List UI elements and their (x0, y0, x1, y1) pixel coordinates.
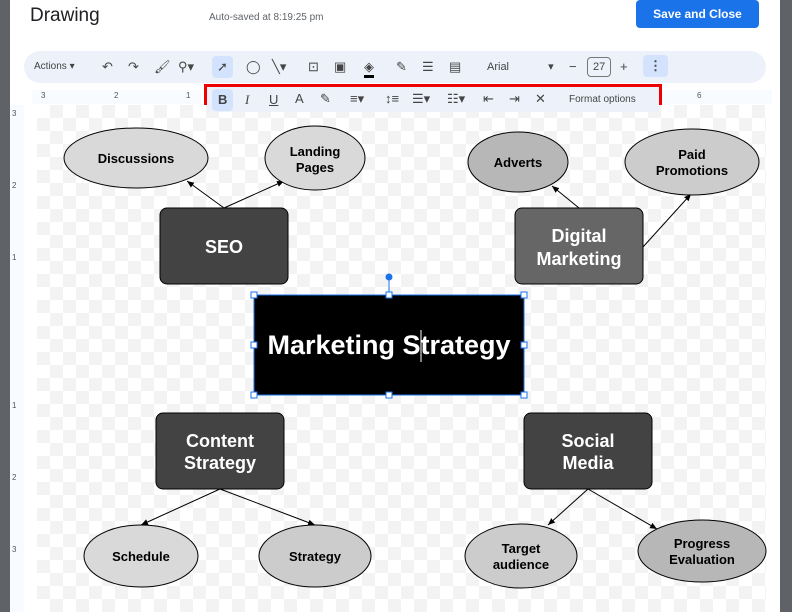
connector-arrow (551, 185, 580, 209)
align-icon[interactable]: ≡▾ (350, 91, 364, 107)
top-ruler: 3 2 1 (32, 90, 202, 104)
label-adverts: Adverts (494, 155, 542, 170)
paint-format-icon[interactable]: 🖌 (154, 59, 171, 75)
actions-menu[interactable]: Actions ▾ (34, 59, 75, 75)
node-social-media[interactable] (523, 412, 653, 490)
label-progress: Evaluation (669, 552, 735, 567)
ruler-label: 2 (114, 91, 119, 100)
connector-arrow (587, 488, 658, 530)
autosave-status: Auto-saved at 8:19:25 pm (209, 12, 324, 23)
connector-arrow (547, 488, 589, 526)
zoom-icon[interactable]: ⚲▾ (178, 59, 194, 75)
border-weight-icon[interactable]: ☰ (422, 59, 434, 75)
redo-icon[interactable]: ↷ (128, 59, 139, 75)
label-discussions: Discussions (98, 151, 175, 166)
italic-button[interactable]: I (245, 92, 249, 108)
decrease-font-icon[interactable]: − (569, 59, 577, 75)
format-toolbar: B I U A ✎ ≡▾ ↕≡ ☰▾ ☷▾ ⇤ ⇥ ✕ Format optio… (207, 87, 659, 112)
text-box-icon[interactable]: ⊡ (308, 59, 319, 75)
increase-font-icon[interactable]: + (620, 59, 628, 75)
numbered-list-icon[interactable]: ☷▾ (447, 91, 465, 107)
ruler-label: 3 (41, 91, 46, 100)
shape-icon[interactable]: ◯ (246, 59, 261, 75)
connector-arrow (140, 488, 221, 526)
bulleted-list-icon[interactable]: ☰▾ (412, 91, 430, 107)
label-progress: Progress (674, 536, 730, 551)
label-digital: Digital (551, 226, 606, 246)
save-and-close-button[interactable]: Save and Close (636, 0, 759, 28)
line-spacing-icon[interactable]: ↕≡ (385, 91, 399, 107)
decrease-indent-icon[interactable]: ⇤ (483, 91, 494, 107)
top-ruler-right: 6 (662, 90, 772, 104)
node-digital-marketing[interactable] (514, 207, 644, 285)
node-target-audience[interactable] (464, 523, 578, 589)
label-paid: Paid (678, 147, 706, 162)
text-color-button[interactable]: A (295, 91, 304, 107)
bold-button[interactable]: B (212, 89, 234, 111)
dialog-title: Drawing (30, 5, 100, 26)
node-content-strategy[interactable] (155, 412, 285, 490)
label-schedule: Schedule (112, 549, 170, 564)
label-content: Strategy (184, 453, 256, 473)
label-landing: Landing (290, 144, 341, 159)
label-strategy: Strategy (289, 549, 342, 564)
more-options-icon[interactable]: ⋮ (643, 55, 668, 77)
label-content: Content (186, 431, 254, 451)
actions-label: Actions (34, 61, 67, 72)
node-paid-promotions[interactable] (624, 128, 760, 196)
connector-arrow (642, 193, 692, 248)
format-options-button[interactable]: Format options (569, 92, 636, 108)
font-name: Arial (487, 61, 510, 73)
highlight-color-icon[interactable]: ✎ (320, 91, 331, 107)
connector-arrow (219, 488, 316, 526)
undo-icon[interactable]: ↶ (102, 59, 113, 75)
select-icon[interactable]: ➚ (212, 56, 233, 78)
label-landing: Pages (296, 160, 334, 175)
line-icon[interactable]: ╲▾ (272, 59, 286, 75)
diagram: Discussions Landing Pages Adverts Paid P… (63, 125, 767, 589)
main-toolbar: Actions ▾ ↶ ↷ 🖌 ⚲▾ ➚ ◯ ╲▾ ⊡ ▣ ◈ ✎ ☰ ▤ Ar… (24, 51, 766, 83)
underline-button[interactable]: U (269, 92, 278, 108)
fill-color-icon[interactable]: ◈ (364, 59, 374, 78)
font-size-input[interactable]: 27 (587, 57, 612, 77)
label-paid: Promotions (656, 163, 728, 178)
font-select[interactable]: Arial ▾ (487, 59, 554, 75)
ruler-label: 6 (697, 91, 702, 100)
clear-formatting-icon[interactable]: ✕ (535, 91, 546, 107)
connector-arrow (223, 180, 285, 209)
border-color-icon[interactable]: ✎ (396, 59, 407, 75)
label-social: Media (562, 453, 614, 473)
node-progress-evaluation[interactable] (637, 519, 767, 583)
label-target: Target (502, 541, 541, 556)
image-icon[interactable]: ▣ (334, 59, 346, 75)
label-digital: Marketing (536, 249, 621, 269)
increase-indent-icon[interactable]: ⇥ (509, 91, 520, 107)
label-social: Social (561, 431, 614, 451)
border-dash-icon[interactable]: ▤ (449, 59, 461, 75)
label-seo: SEO (205, 237, 243, 257)
label-target: audience (493, 557, 549, 572)
connector-arrow (186, 180, 225, 209)
ruler-label: 1 (186, 91, 191, 100)
label-marketing-strategy[interactable]: Marketing Strategy (267, 330, 510, 360)
